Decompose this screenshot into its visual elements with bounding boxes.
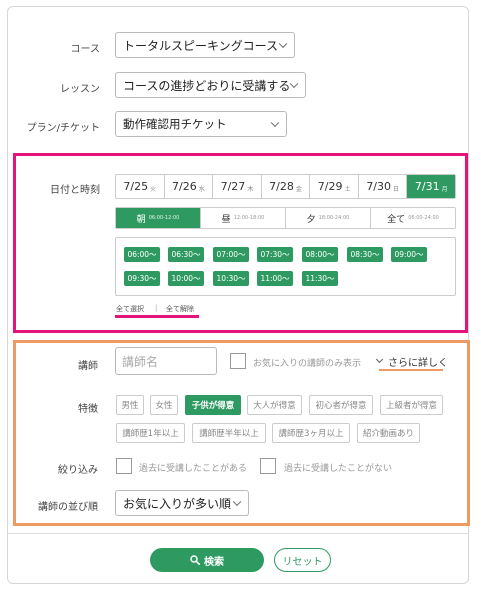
more-details-underline — [379, 369, 443, 371]
date-tab-selected[interactable]: 7/31 月 — [407, 175, 456, 198]
teacher-name-input[interactable]: 講師名 — [115, 347, 217, 375]
plan-select-value: 動作確認用チケット — [123, 117, 227, 131]
date-tab[interactable]: 7/27 木 — [213, 175, 262, 198]
more-details-label: さらに詳しく — [388, 358, 448, 369]
chevron-down-icon — [289, 79, 299, 89]
date-tab[interactable]: 7/29 土 — [310, 175, 359, 198]
time-slot-button[interactable]: 07:00〜 — [213, 247, 249, 262]
reset-button[interactable]: リセット — [274, 548, 331, 572]
lesson-label: レッスン — [60, 84, 100, 95]
sort-order-value: お気に入りが多い順 — [123, 496, 232, 511]
never-taken-checkbox[interactable] — [260, 458, 276, 474]
clear-all-link[interactable]: 全て解除 — [166, 304, 194, 314]
time-slot-button[interactable]: 09:30〜 — [124, 271, 160, 286]
filter-label: 絞り込み — [58, 465, 98, 476]
date-tab[interactable]: 7/28 金 — [262, 175, 311, 198]
feature-tag-intro-video[interactable]: 紹介動画あり — [357, 423, 420, 443]
time-slot-button[interactable]: 10:30〜 — [213, 271, 249, 286]
lesson-select[interactable]: コースの進捗どおりに受講する — [115, 72, 306, 98]
feature-tag-good-with-adults[interactable]: 大人が得意 — [247, 395, 302, 415]
time-period-selector: 朝 06:00-12:00 昼 12:00-18:00 夕 18:00-24:00 全… — [115, 207, 456, 229]
feature-tag-good-with-beginners[interactable]: 初心者が得意 — [309, 395, 373, 415]
chevron-down-icon — [232, 497, 242, 507]
search-button-label: 検索 — [204, 556, 224, 568]
feature-tag-experience-1y[interactable]: 講師歴1年以上 — [116, 423, 185, 443]
features-label: 特徴 — [78, 404, 98, 415]
teacher-label: 講師 — [78, 361, 98, 372]
reset-button-label: リセット — [282, 556, 323, 568]
period-tab-morning[interactable]: 朝 06:00-12:00 — [116, 208, 201, 228]
lesson-select-value: コースの進捗どおりに受講する — [123, 78, 291, 93]
teacher-name-placeholder: 講師名 — [122, 354, 159, 369]
plan-label: プラン/チケット — [26, 123, 100, 134]
favorites-only-label: お気に入りの講師のみ表示 — [253, 359, 362, 369]
time-slot-button[interactable]: 11:00〜 — [257, 271, 293, 286]
plan-select[interactable]: 動作確認用チケット — [115, 111, 287, 137]
select-all-link[interactable]: 全て選択 — [116, 304, 144, 314]
favorites-only-checkbox[interactable] — [230, 353, 246, 369]
chevron-down-icon — [375, 355, 384, 364]
feature-tag-female[interactable]: 女性 — [150, 395, 178, 415]
search-icon — [190, 555, 200, 565]
course-select-value: トータルスピーキングコース — [123, 38, 279, 53]
date-tab[interactable]: 7/25 火 — [116, 175, 165, 198]
time-slot-list: 06:00〜 06:30〜 07:00〜 07:30〜 08:00〜 08:30… — [115, 237, 456, 296]
time-slot-button[interactable]: 11:30〜 — [302, 271, 338, 286]
schedule-label: 日付と時刻 — [50, 185, 100, 196]
sort-order-select[interactable]: お気に入りが多い順 — [115, 490, 249, 516]
time-slot-button[interactable]: 09:00〜 — [391, 247, 427, 262]
sort-label: 講師の並び順 — [38, 502, 98, 513]
select-links-underline — [115, 315, 199, 318]
date-selector: 7/25 火 7/26 水 7/27 木 7/28 金 7/29 土 7/30 日 7/31… — [115, 174, 456, 199]
feature-tag-male[interactable]: 男性 — [116, 395, 144, 415]
search-button[interactable]: 検索 — [150, 548, 264, 572]
time-slot-button[interactable]: 06:00〜 — [124, 247, 160, 262]
chevron-down-icon — [278, 39, 288, 49]
feature-tag-good-with-advanced[interactable]: 上級者が得意 — [380, 395, 443, 415]
more-details-toggle[interactable]: さらに詳しく — [375, 354, 448, 369]
time-slot-button[interactable]: 06:30〜 — [168, 247, 204, 262]
time-slot-button[interactable]: 08:00〜 — [302, 247, 338, 262]
time-slot-button[interactable]: 08:30〜 — [347, 247, 383, 262]
date-tab[interactable]: 7/26 水 — [165, 175, 214, 198]
footer-divider — [8, 533, 468, 534]
link-separator: | — [155, 304, 158, 312]
feature-tag-good-with-kids[interactable]: 子供が得意 — [185, 395, 241, 415]
period-tab-afternoon[interactable]: 昼 12:00-18:00 — [201, 208, 286, 228]
course-label: コース — [70, 44, 101, 55]
time-slot-button[interactable]: 07:30〜 — [257, 247, 293, 262]
feature-tag-experience-3m[interactable]: 講師歴3ヶ月以上 — [272, 423, 350, 443]
course-select[interactable]: トータルスピーキングコース — [115, 32, 295, 58]
past-taken-label: 過去に受講したことがある — [139, 464, 248, 474]
period-tab-all[interactable]: 全て 06:00-24:00 — [371, 208, 455, 228]
never-taken-label: 過去に受講したことがない — [284, 464, 393, 474]
past-taken-checkbox[interactable] — [116, 458, 132, 474]
chevron-down-icon — [270, 118, 280, 128]
period-tab-evening[interactable]: 夕 18:00-24:00 — [286, 208, 371, 228]
time-slot-button[interactable]: 10:00〜 — [168, 271, 204, 286]
feature-tag-experience-6m[interactable]: 講師歴半年以上 — [192, 423, 266, 443]
date-tab[interactable]: 7/30 日 — [359, 175, 408, 198]
